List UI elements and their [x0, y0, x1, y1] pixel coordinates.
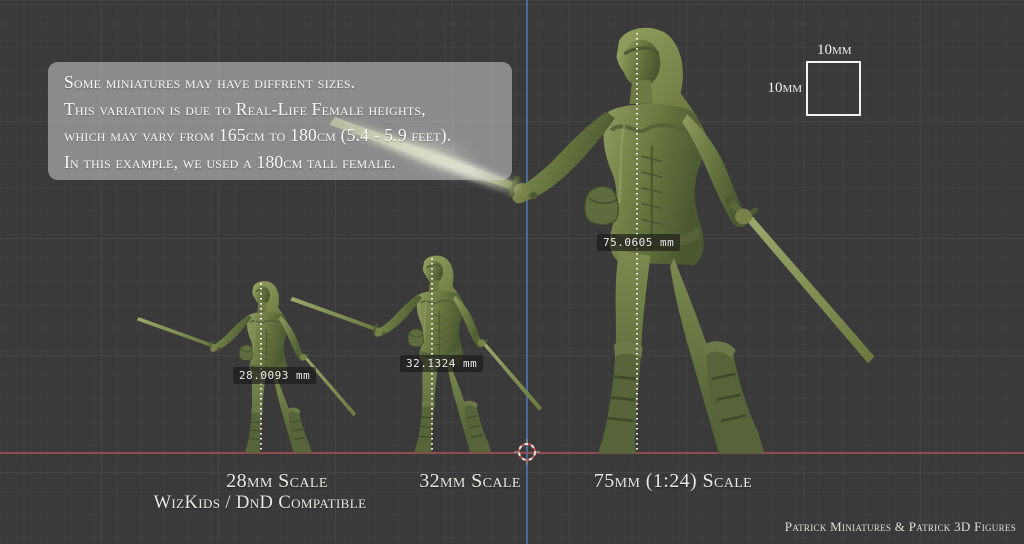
reference-square-top-label: 10mm: [817, 42, 852, 59]
reference-square-10mm[interactable]: [806, 61, 861, 116]
info-line-1: Some miniatures may have diffrent sizes.: [64, 69, 496, 96]
measure-label-75mm: 75.0605 mm: [597, 234, 680, 251]
reference-square-side-label: 10mm: [762, 80, 802, 97]
scale-label-75mm: 75mm (1:24) Scale: [594, 470, 752, 493]
credit-text: Patrick Miniatures & Patrick 3D Figures: [785, 519, 1016, 535]
info-line-4: In this example, we used a 180cm tall fe…: [64, 149, 496, 176]
3d-cursor-icon: [513, 438, 541, 466]
info-line-2: This variation is due to Real-Life Femal…: [64, 96, 496, 123]
info-line-3: which may vary from 165cm to 180cm (5.4 …: [64, 122, 496, 149]
viewport-canvas[interactable]: 28.0093 mm 32.1324 mm 75.0605 mm Some mi…: [0, 0, 1024, 544]
measure-label-28mm: 28.0093 mm: [233, 367, 316, 384]
measure-label-32mm: 32.1324 mm: [400, 355, 483, 372]
info-box: Some miniatures may have diffrent sizes.…: [48, 62, 512, 180]
scale-label-32mm: 32mm Scale: [419, 470, 521, 493]
scale-label-28mm: 28mm Scale: [226, 470, 328, 493]
scale-label-28mm-compat: WizKids / DnD Compatible: [154, 493, 367, 514]
